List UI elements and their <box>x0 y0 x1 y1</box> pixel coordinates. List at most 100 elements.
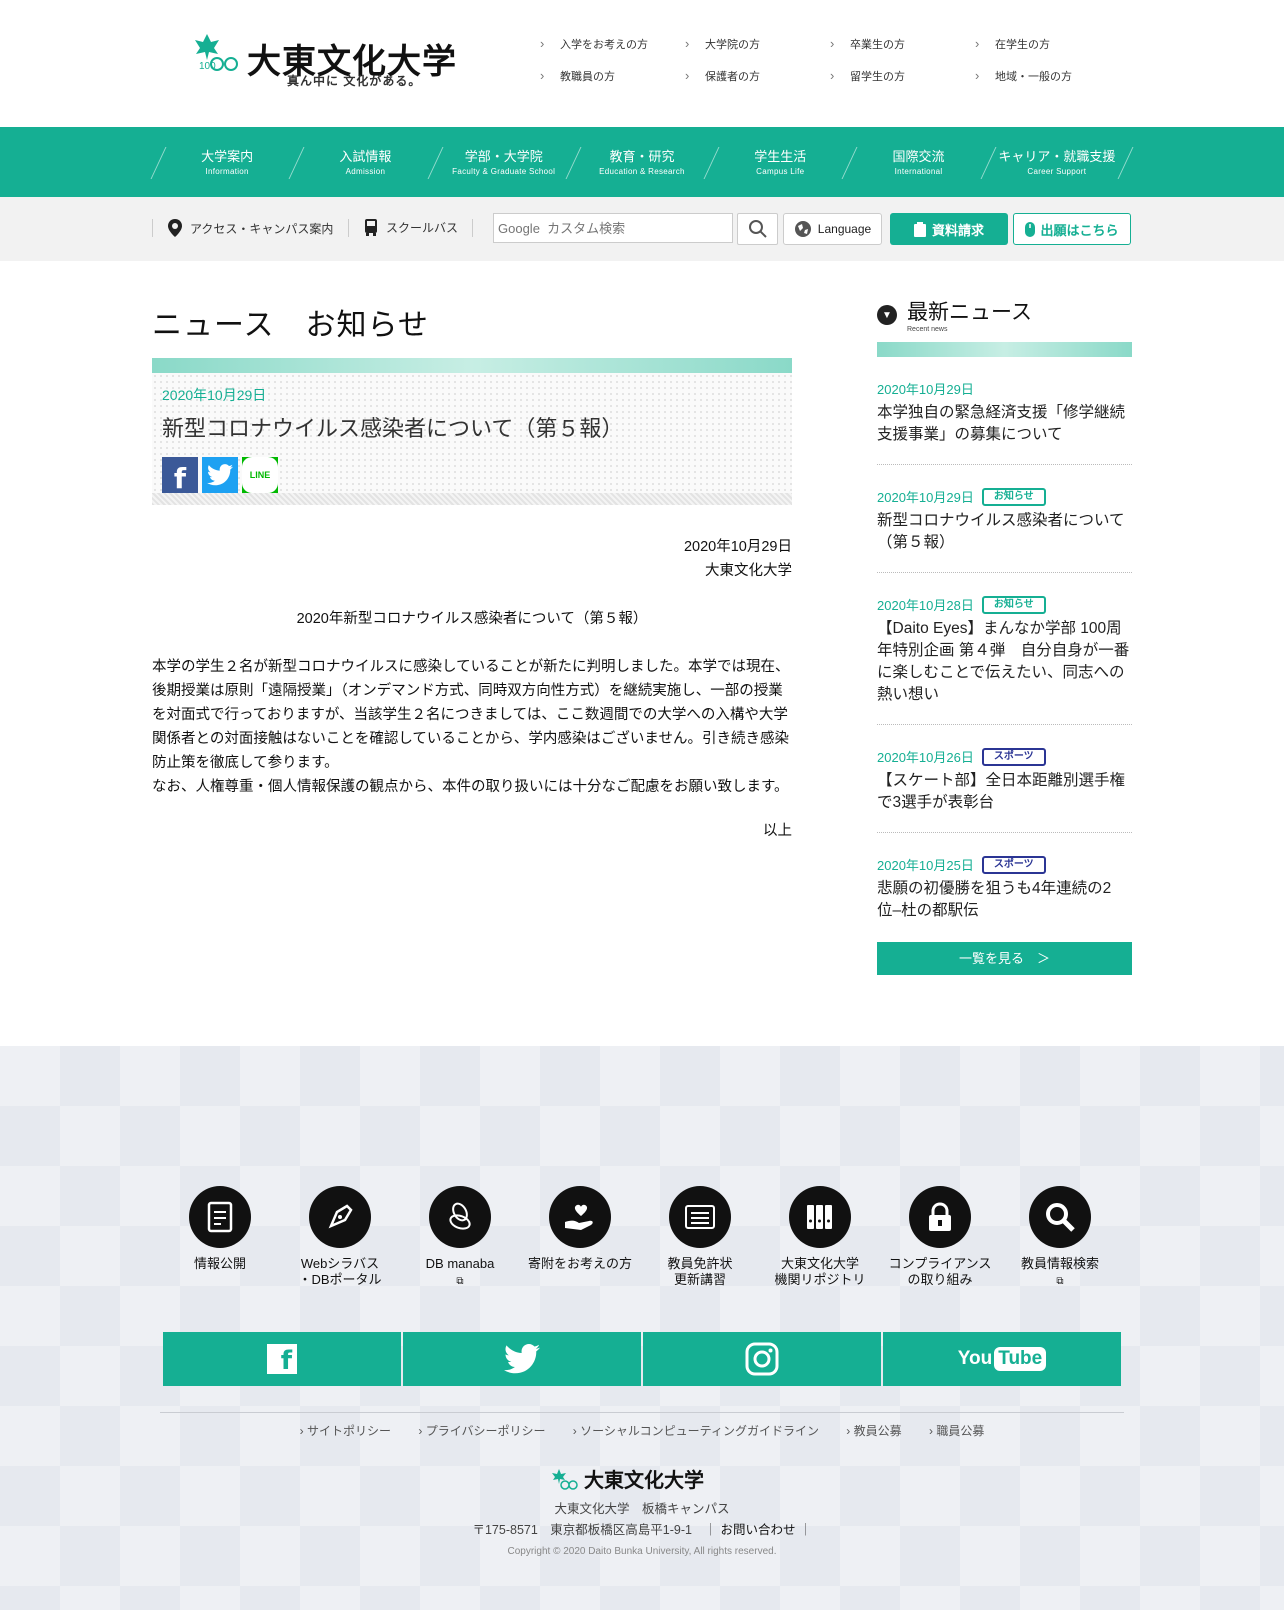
apply-button[interactable]: 出願はこちら <box>1013 213 1131 245</box>
mouse-icon <box>1025 221 1036 237</box>
news-item[interactable]: 2020年10月29日 お知らせ 新型コロナウイルス感染者について（第５報） <box>877 465 1132 573</box>
gnav-international[interactable]: 国際交流 International <box>849 127 987 197</box>
gnav-sublabel: Faculty & Graduate School <box>452 167 556 176</box>
site-footer: 情報公開 Webシラバス ・DBポータル DB manaba ⧉ 寄附をお考えの方… <box>0 1046 1284 1610</box>
news-date: 2020年10月25日 <box>877 858 974 873</box>
link-compliance[interactable]: コンプライアンス の取り組み <box>880 1186 1000 1290</box>
gnav-sublabel: Education & Research <box>599 167 685 176</box>
footer-logo-text: 大東文化大学 <box>584 1468 704 1492</box>
target-link-parents[interactable]: 保護者の方 <box>685 69 830 84</box>
access-link[interactable]: アクセス・キャンパス案内 <box>168 219 333 237</box>
staff-recruitment-link[interactable]: 職員公募 <box>929 1424 984 1438</box>
link-db-manaba[interactable]: DB manaba ⧉ <box>400 1186 520 1290</box>
news-date: 2020年10月28日 <box>877 598 974 613</box>
target-link-international[interactable]: 留学生の方 <box>830 69 975 84</box>
category-badge: お知らせ <box>981 487 1046 506</box>
target-link-community[interactable]: 地域・一般の方 <box>975 69 1120 84</box>
target-link-staff[interactable]: 教職員の方 <box>540 69 685 84</box>
target-link-prospective[interactable]: 入学をお考えの方 <box>540 37 685 52</box>
utility-bar: アクセス・キャンパス案内 スクールバス Language 資料請求 出願はこちら <box>0 197 1284 261</box>
facebook-link[interactable]: f <box>163 1332 401 1386</box>
language-button[interactable]: Language <box>783 213 882 245</box>
instagram-link[interactable] <box>643 1332 881 1386</box>
link-information-disclosure[interactable]: 情報公開 <box>160 1186 280 1290</box>
search-icon <box>748 220 767 238</box>
language-label: Language <box>817 222 872 236</box>
decorative-band <box>152 358 792 373</box>
logo-tagline: 真ん中に 文化がある。 <box>287 74 422 88</box>
link-teacher-license[interactable]: 教員免許状 更新講習 <box>640 1186 760 1290</box>
campus-name: 大東文化大学 板橋キャンパス <box>554 1502 730 1516</box>
site-header: 100 大東文化大学 真ん中に 文化がある。 入学をお考えの方 大学院の方 卒業… <box>0 0 1284 127</box>
news-title: 本学独自の緊急経済支援「修学継続支援事業」の募集について <box>877 404 1126 443</box>
line-share-icon[interactable]: LINE <box>242 457 278 493</box>
gnav-campus-life[interactable]: 学生生活 Campus Life <box>711 127 849 197</box>
social-guideline-link[interactable]: ソーシャルコンピューティングガイドライン <box>573 1424 819 1438</box>
centennial-leaf-icon <box>552 1468 578 1490</box>
link-label: 教員免許状 <box>667 1256 733 1271</box>
sns-links: f You Tube <box>163 1332 1121 1386</box>
search-button[interactable] <box>737 213 778 245</box>
link-label: 大東文化大学 <box>780 1256 859 1271</box>
chevron-down-icon: ▼ <box>877 305 897 325</box>
site-policy-link[interactable]: サイトポリシー <box>300 1424 391 1438</box>
sidebar-header: ▼ 最新ニュース Recent news <box>877 300 1132 340</box>
link-repository[interactable]: 大東文化大学 機関リポジトリ <box>760 1186 880 1290</box>
target-link-students[interactable]: 在学生の方 <box>975 37 1120 52</box>
request-materials-button[interactable]: 資料請求 <box>890 213 1008 245</box>
twitter-link[interactable] <box>403 1332 641 1386</box>
gnav-faculty[interactable]: 学部・大学院 Faculty & Graduate School <box>435 127 573 197</box>
news-date: 2020年10月29日 <box>877 490 974 505</box>
address-separator: ｜ <box>798 1523 812 1537</box>
body-heading: 2020年新型コロナウイルス感染者について（第５報） <box>296 611 648 627</box>
divider <box>152 219 153 237</box>
news-item[interactable]: 2020年10月29日 本学独自の緊急経済支援「修学継続支援事業」の募集について <box>877 357 1132 465</box>
lock-icon <box>909 1186 971 1248</box>
target-link-graduate-school[interactable]: 大学院の方 <box>685 37 830 52</box>
target-link-alumni[interactable]: 卒業生の方 <box>830 37 975 52</box>
school-bus-link[interactable]: スクールバス <box>364 219 458 236</box>
gnav-admission[interactable]: 入試情報 Admission <box>296 127 434 197</box>
gnav-label: 大学案内 <box>201 149 254 164</box>
link-web-syllabus[interactable]: Webシラバス ・DBポータル <box>280 1186 400 1290</box>
category-badge: スポーツ <box>981 747 1046 766</box>
gnav-education[interactable]: 教育・研究 Education & Research <box>573 127 711 197</box>
view-all-news-button[interactable]: 一覧を見る ＞ <box>877 942 1132 975</box>
gnav-information[interactable]: 大学案内 Information <box>158 127 296 197</box>
news-title: 悲願の初優勝を狙うも4年連続の2位–杜の都駅伝 <box>877 880 1112 919</box>
gnav-label: 国際交流 <box>892 149 945 164</box>
news-item[interactable]: 2020年10月28日 お知らせ 【Daito Eyes】まんなか学部 100周年… <box>877 573 1132 725</box>
category-badge: お知らせ <box>981 595 1046 614</box>
footer-address: 大東文化大学 板橋キャンパス 〒175-8571 東京都板橋区高島平1-9-1 … <box>0 1499 1284 1541</box>
link-donation[interactable]: 寄附をお考えの方 <box>520 1186 640 1290</box>
twitter-share-icon[interactable] <box>202 457 238 493</box>
youtube-logo-you: You <box>957 1348 993 1369</box>
facebook-share-icon[interactable]: f <box>162 457 198 495</box>
news-title: 【Daito Eyes】まんなか学部 100周年特別企画 第４弾 自分自身が一番… <box>877 620 1130 703</box>
youtube-link[interactable]: You Tube <box>883 1332 1121 1386</box>
body-closing: 以上 <box>763 823 792 839</box>
privacy-policy-link[interactable]: プライバシーポリシー <box>418 1424 545 1438</box>
body-author: 大東文化大学 <box>705 563 792 579</box>
news-item[interactable]: 2020年10月26日 スポーツ 【スケート部】全日本距離別選手権で3選手が表彰台 <box>877 725 1132 833</box>
site-logo[interactable]: 100 大東文化大学 真ん中に 文化がある。 <box>195 32 465 90</box>
contact-link[interactable]: お問い合わせ <box>720 1523 795 1537</box>
link-label: 寄附をお考えの方 <box>527 1256 632 1271</box>
link-faculty-search[interactable]: 教員情報検索 ⧉ <box>1000 1186 1120 1290</box>
fountain-pen-icon <box>309 1186 371 1248</box>
gnav-sublabel: Admission <box>345 167 386 176</box>
body-date: 2020年10月29日 <box>683 539 792 555</box>
news-item[interactable]: 2020年10月25日 スポーツ 悲願の初優勝を狙うも4年連続の2位–杜の都駅伝 <box>877 833 1132 922</box>
search-input[interactable] <box>493 213 733 243</box>
faculty-recruitment-link[interactable]: 教員公募 <box>846 1424 901 1438</box>
logo-mark-number: 100 <box>199 61 216 72</box>
link-label: 機関リポジトリ <box>774 1272 866 1287</box>
gnav-career[interactable]: キャリア・就職支援 Career Support <box>988 127 1126 197</box>
link-label: ・DBポータル <box>298 1272 382 1287</box>
news-date: 2020年10月26日 <box>877 750 974 765</box>
magnifier-icon <box>1029 1186 1091 1248</box>
globe-icon <box>794 221 811 237</box>
footer-logo[interactable]: 大東文化大学 <box>552 1464 704 1493</box>
instagram-icon <box>745 1342 779 1376</box>
line-share-label: LINE <box>242 457 278 493</box>
